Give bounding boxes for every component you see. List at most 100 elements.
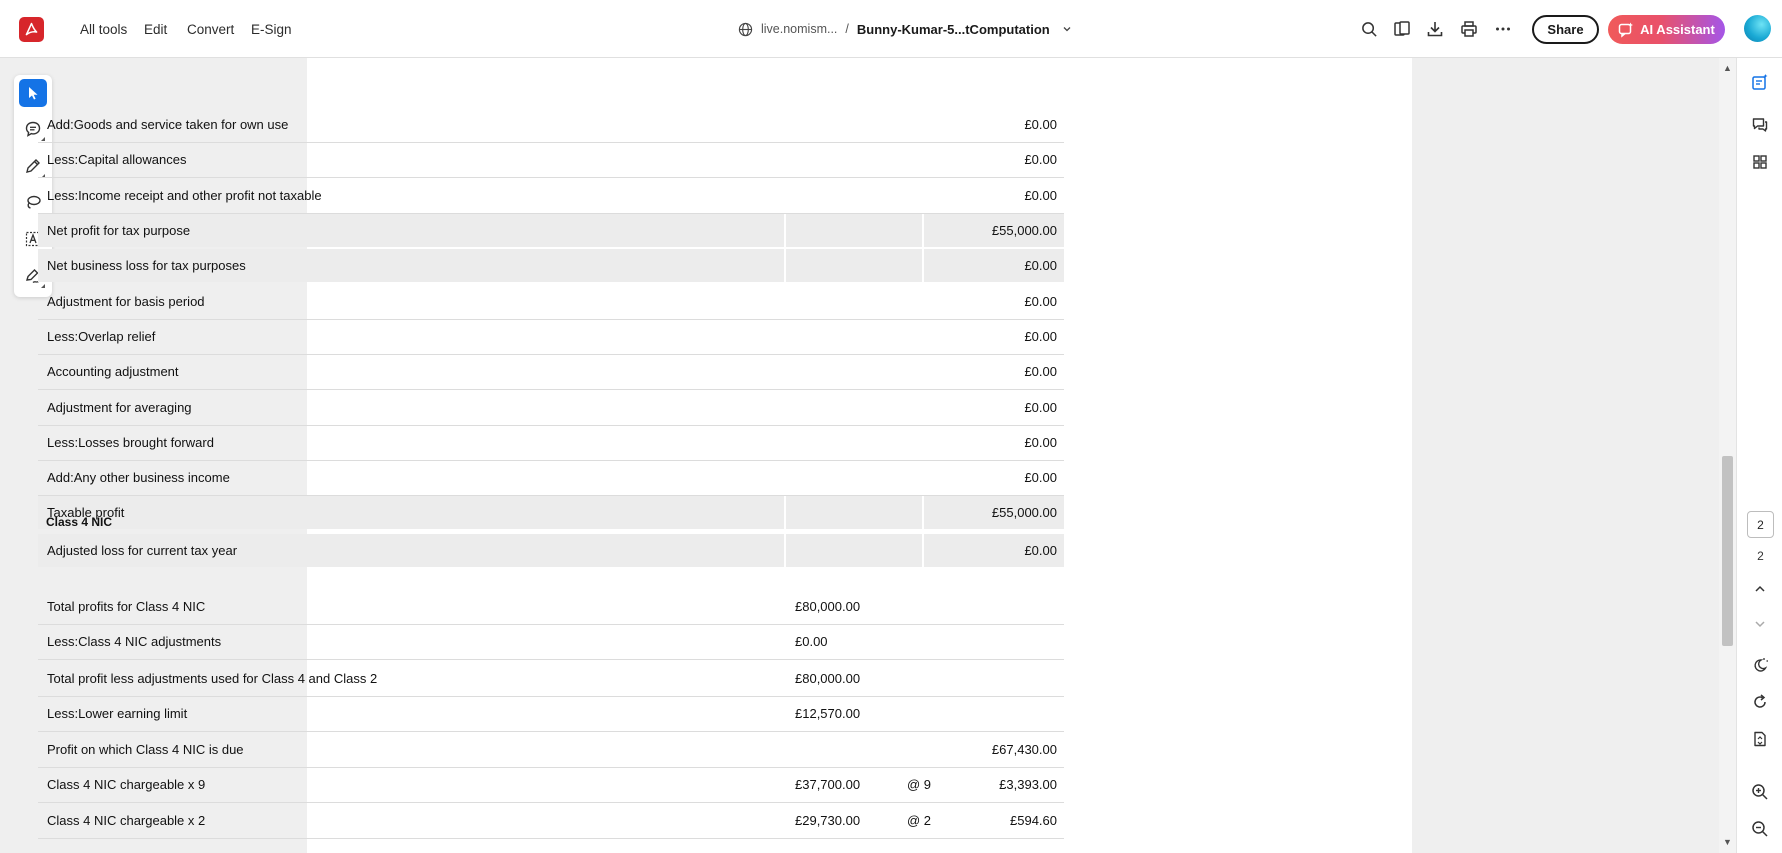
nic-row-rate xyxy=(898,625,952,658)
table-row: Less:Overlap relief £0.00 xyxy=(38,320,1064,355)
dark-mode-icon[interactable] xyxy=(1749,654,1771,676)
row-label: Adjustment for basis period xyxy=(47,294,205,309)
nic-row-value: £29,730.00 xyxy=(795,813,861,828)
edit-pdf-panel-icon[interactable] xyxy=(1749,71,1771,93)
thumbnails-grid-icon[interactable] xyxy=(1749,151,1771,173)
search-icon[interactable] xyxy=(1358,18,1380,40)
row-amount: £0.00 xyxy=(1024,400,1057,415)
row-amount: £0.00 xyxy=(1024,329,1057,344)
nic-row-value: £0.00 xyxy=(795,634,828,649)
nic-row-amount: £3,393.00 xyxy=(999,777,1057,792)
share-button[interactable]: Share xyxy=(1532,15,1599,44)
nic-row-amount xyxy=(954,625,1064,658)
table-row: Less:Capital allowances £0.00 xyxy=(38,143,1064,178)
globe-icon xyxy=(738,22,753,37)
nic-row-amount: £67,430.00 xyxy=(991,742,1057,757)
row-label: Adjustment for averaging xyxy=(47,400,192,415)
download-icon[interactable] xyxy=(1424,18,1446,40)
zoom-out-icon[interactable] xyxy=(1749,818,1771,840)
ai-assistant-label: AI Assistant xyxy=(1640,22,1715,37)
row-middle-cell xyxy=(786,320,922,353)
breadcrumb: live.nomism... / Bunny-Kumar-5...tComput… xyxy=(738,0,1072,58)
chevron-down-icon[interactable] xyxy=(1062,24,1072,34)
row-middle-cell xyxy=(786,143,922,176)
nic-table-row: Profit on which Class 4 NIC is due £67,43… xyxy=(38,733,1064,768)
rotate-icon[interactable] xyxy=(1749,691,1771,713)
document-title[interactable]: Bunny-Kumar-5...tComputation xyxy=(857,22,1050,37)
row-label: Adjusted loss for current tax year xyxy=(38,534,784,567)
print-icon[interactable] xyxy=(1458,18,1480,40)
chevron-up-icon[interactable] xyxy=(1749,578,1771,600)
breadcrumb-separator: / xyxy=(845,22,849,36)
scroll-up-arrow-icon[interactable]: ▲ xyxy=(1723,64,1732,73)
page-fit-icon[interactable] xyxy=(1749,728,1771,750)
nic-table-row: Less:Class 4 NIC adjustments £0.00 xyxy=(38,625,1064,660)
scrollbar-thumb[interactable] xyxy=(1722,456,1733,646)
nic-row-amount xyxy=(954,662,1064,695)
comments-panel-icon[interactable] xyxy=(1749,114,1771,136)
menu-esign[interactable]: E-Sign xyxy=(251,0,292,58)
row-middle-cell xyxy=(786,391,922,424)
chevron-down-icon[interactable] xyxy=(1749,613,1771,635)
acrobat-logo-icon[interactable] xyxy=(19,17,44,42)
nic-row-value: £80,000.00 xyxy=(795,671,861,686)
nic-row-rate xyxy=(898,590,952,623)
row-divider xyxy=(38,389,1064,390)
nic-row-label: Profit on which Class 4 NIC is due xyxy=(47,742,244,757)
table-row: Adjustment for basis period £0.00 xyxy=(38,285,1064,320)
row-middle-cell xyxy=(786,355,922,388)
nic-row-amount xyxy=(954,590,1064,623)
table-row: Taxable profit £55,000.00 xyxy=(38,496,1064,529)
vertical-scrollbar[interactable]: ▲ ▼ xyxy=(1719,58,1736,853)
page-layout-icon[interactable] xyxy=(1391,18,1413,40)
row-middle-cell xyxy=(786,496,922,529)
row-amount: £0.00 xyxy=(924,249,1064,282)
table-row: Net profit for tax purpose £55,000.00 xyxy=(38,214,1064,247)
menu-convert[interactable]: Convert xyxy=(187,0,234,58)
nic-table-row: Total profits for Class 4 NIC £80,000.00 xyxy=(38,590,1064,625)
nic-row-label: Class 4 NIC chargeable x 2 xyxy=(47,813,206,828)
nic-table-row: Class 4 NIC chargeable x 2 £29,730.00 @ 2 £… xyxy=(38,804,1064,839)
table-row: Add:Goods and service taken for own use £… xyxy=(38,108,1064,143)
nic-row-rate xyxy=(898,733,952,766)
row-amount: £0.00 xyxy=(1024,117,1057,132)
nic-row-label: Total profits for Class 4 NIC xyxy=(47,599,206,614)
scroll-down-arrow-icon[interactable]: ▼ xyxy=(1723,838,1732,847)
table-row: Less:Income receipt and other profit not… xyxy=(38,179,1064,214)
row-amount: £0.00 xyxy=(924,534,1064,567)
row-middle-cell xyxy=(786,214,922,247)
row-label: Add:Any other business income xyxy=(47,470,230,485)
nic-row-label: Less:Lower earning limit xyxy=(47,706,188,721)
table-row: Add:Any other business income £0.00 xyxy=(38,461,1064,496)
menu-edit[interactable]: Edit xyxy=(144,0,167,58)
row-middle-cell xyxy=(786,461,922,494)
row-label: Less:Losses brought forward xyxy=(47,435,214,450)
breadcrumb-site[interactable]: live.nomism... xyxy=(761,22,837,36)
row-label: Accounting adjustment xyxy=(47,364,179,379)
nic-row-label: Class 4 NIC chargeable x 9 xyxy=(47,777,206,792)
ai-sparkle-icon xyxy=(1618,22,1634,38)
row-label: Taxable profit xyxy=(38,496,784,529)
avatar[interactable] xyxy=(1744,15,1771,42)
zoom-in-icon[interactable] xyxy=(1749,781,1771,803)
nic-row-value xyxy=(786,733,896,766)
row-label: Less:Overlap relief xyxy=(47,329,156,344)
nic-row-label: Less:Class 4 NIC adjustments xyxy=(47,634,222,649)
nic-table-row: Total profit less adjustments used for C… xyxy=(38,662,1064,697)
row-middle-cell xyxy=(786,179,922,212)
ai-assistant-button[interactable]: AI Assistant xyxy=(1608,15,1725,44)
nic-row-amount: £594.60 xyxy=(1010,813,1057,828)
nic-table-row: Class 4 NIC chargeable x 9 £37,700.00 @ 9 £… xyxy=(38,768,1064,803)
row-amount: £55,000.00 xyxy=(924,214,1064,247)
row-divider xyxy=(38,659,1064,660)
right-rail: 2 2 xyxy=(1736,58,1782,853)
row-label: Net business loss for tax purposes xyxy=(38,249,784,282)
row-middle-cell xyxy=(786,249,922,282)
select-tool-button[interactable] xyxy=(19,79,47,107)
row-label: Net profit for tax purpose xyxy=(38,214,784,247)
row-amount: £0.00 xyxy=(1024,294,1057,309)
menu-all-tools[interactable]: All tools xyxy=(80,0,127,58)
more-options-icon[interactable] xyxy=(1492,18,1514,40)
row-divider xyxy=(38,177,1064,178)
current-page-input[interactable]: 2 xyxy=(1747,511,1774,538)
